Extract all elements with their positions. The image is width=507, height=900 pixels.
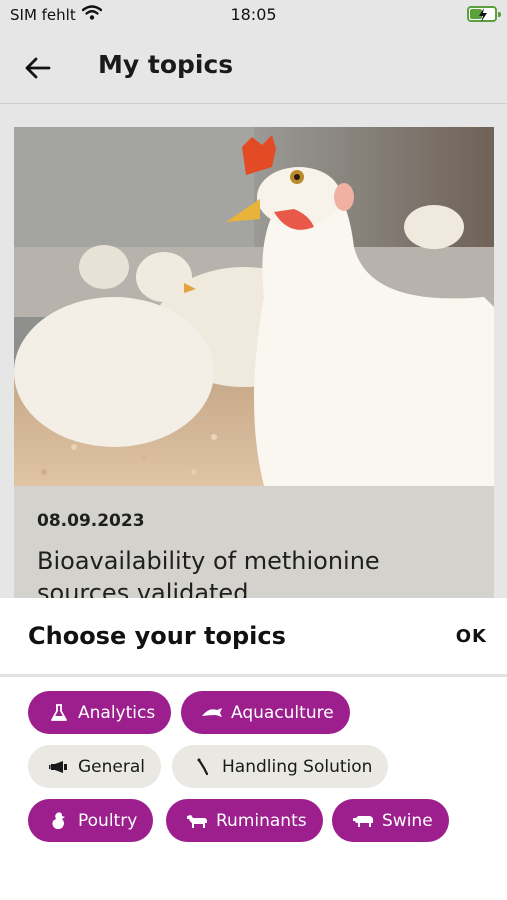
topic-chip-general[interactable]: General <box>28 745 161 788</box>
hook-icon <box>192 757 214 777</box>
cow-icon <box>186 811 208 831</box>
topic-chip-aquaculture[interactable]: Aquaculture <box>181 691 350 734</box>
status-time: 18:05 <box>230 5 277 24</box>
divider <box>0 674 507 677</box>
topic-label: Swine <box>382 810 433 831</box>
topic-chip-swine[interactable]: Swine <box>332 799 449 842</box>
back-button[interactable] <box>20 50 56 86</box>
topic-chip-handling-solution[interactable]: Handling Solution <box>172 745 389 788</box>
status-bar: SIM fehlt 18:05 <box>0 0 507 30</box>
megaphone-icon <box>48 757 70 777</box>
topic-label: Analytics <box>78 702 156 723</box>
flask-icon <box>48 703 70 723</box>
topic-chip-ruminants[interactable]: Ruminants <box>166 799 323 842</box>
topic-chip-analytics[interactable]: Analytics <box>28 691 172 734</box>
app-header: My topics <box>0 30 507 104</box>
arrow-left-icon <box>25 57 51 79</box>
charging-bolt-icon <box>479 8 487 22</box>
fish-icon <box>201 703 223 723</box>
sheet-title: Choose your topics <box>28 622 286 650</box>
page-title: My topics <box>98 50 234 79</box>
topic-label: Ruminants <box>216 810 307 831</box>
chicken-icon <box>48 811 70 831</box>
topic-label: Handling Solution <box>222 756 373 777</box>
article-title: Bioavailability of methionine sources va… <box>37 547 380 598</box>
topics-bottom-sheet: Choose your topics OK Analytics Aquacult… <box>0 598 507 900</box>
pig-icon <box>352 811 374 831</box>
article-card[interactable]: 08.09.2023 Bioavailability of methionine… <box>14 127 494 598</box>
ok-button[interactable]: OK <box>456 626 487 647</box>
article-date: 08.09.2023 <box>37 511 145 531</box>
topic-chip-poultry[interactable]: Poultry <box>28 799 154 842</box>
topic-label: Poultry <box>78 810 138 831</box>
topic-label: General <box>78 756 145 777</box>
topic-label: Aquaculture <box>231 702 334 723</box>
battery-icon <box>467 6 501 22</box>
article-image-chickens <box>14 127 494 486</box>
